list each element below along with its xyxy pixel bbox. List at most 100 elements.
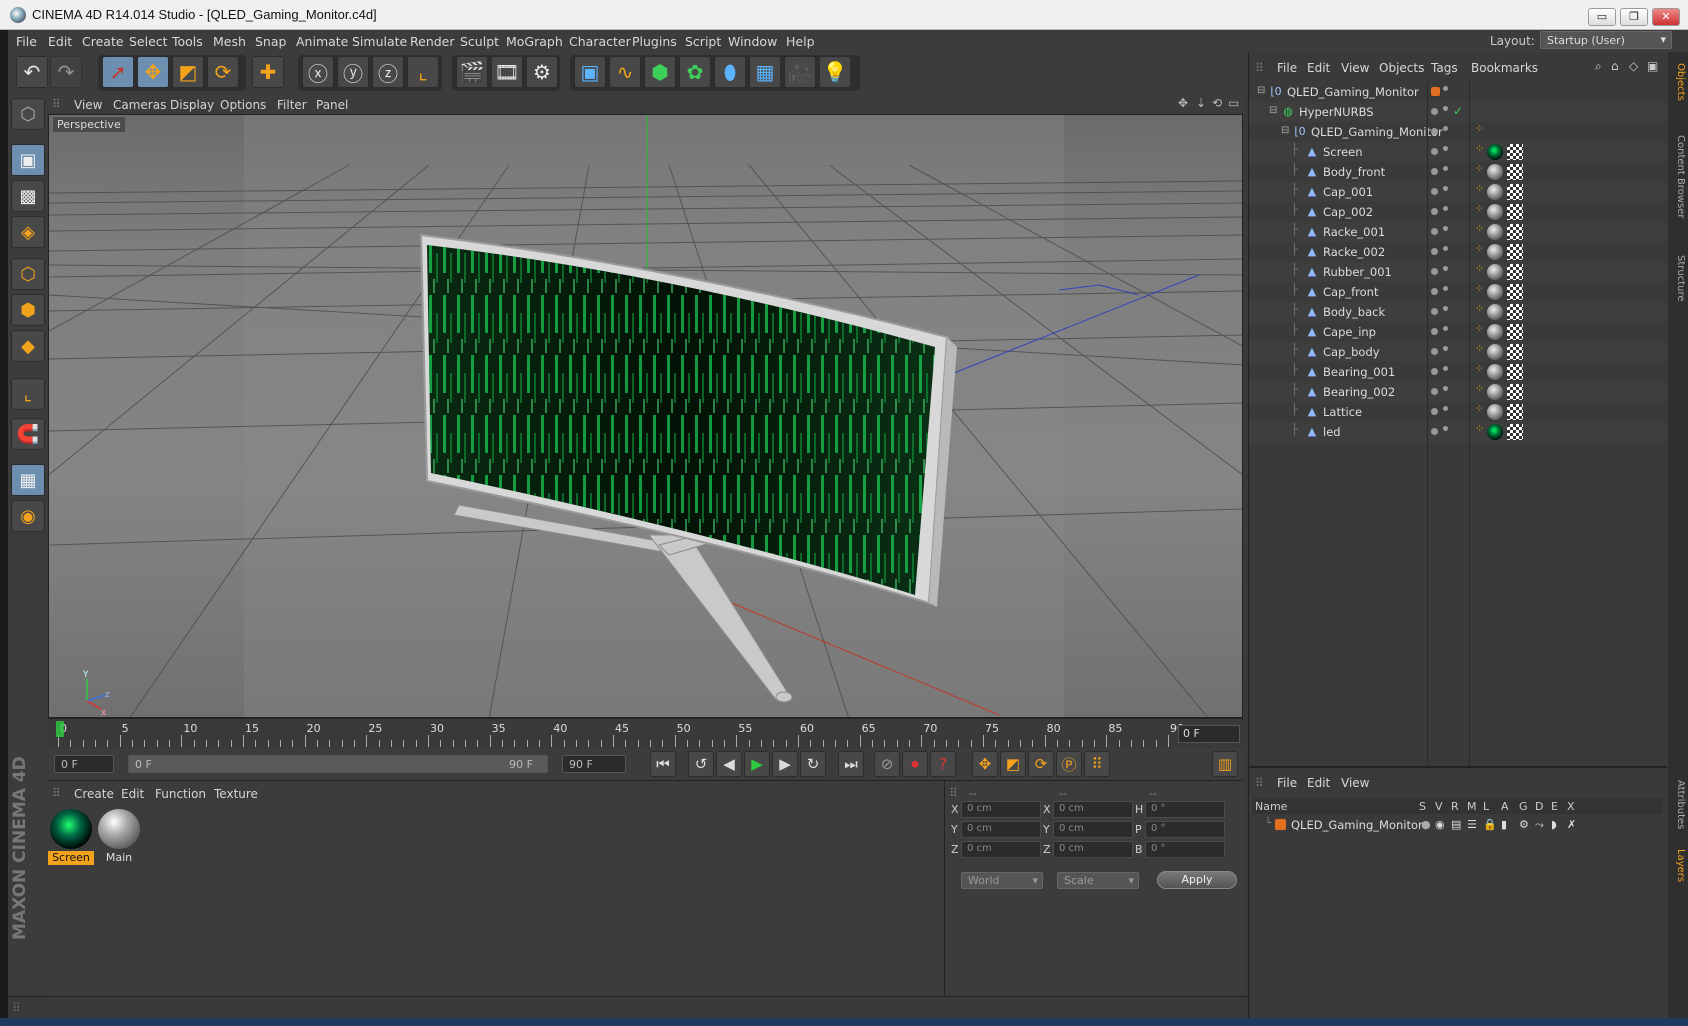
editor-visibility-dot[interactable]: [1431, 388, 1438, 395]
viewport-menu-view[interactable]: View: [74, 98, 102, 112]
y-axis-button[interactable]: ⓨ: [337, 56, 369, 88]
axis-mode-button[interactable]: ⌞: [11, 378, 45, 410]
timeline-window-button[interactable]: ▥: [1212, 751, 1238, 777]
lm-menu-view[interactable]: View: [1341, 776, 1369, 790]
add-spline-button[interactable]: ∿: [609, 56, 641, 88]
phong-tag-icon[interactable]: ⁘: [1475, 242, 1484, 255]
recent-tool-button[interactable]: ✚: [252, 56, 284, 88]
manager-icon[interactable]: ☰: [1467, 818, 1477, 831]
object-row[interactable]: ⊟ ⌊0 QLED_Gaming_Monitor: [1249, 82, 1667, 102]
uvw-tag-icon[interactable]: [1507, 344, 1523, 360]
material-tag-main-icon[interactable]: [1487, 404, 1503, 420]
render-visibility-dot[interactable]: [1443, 226, 1448, 231]
material-tag-main-icon[interactable]: [1487, 244, 1503, 260]
menu-mesh[interactable]: Mesh: [213, 34, 246, 49]
uvw-tag-icon[interactable]: [1507, 424, 1523, 440]
rot-b-field[interactable]: 0 °: [1145, 841, 1225, 858]
key-help-button[interactable]: ?: [930, 751, 956, 777]
menu-snap[interactable]: Snap: [255, 34, 286, 49]
model-mode-button[interactable]: ▣: [11, 144, 45, 176]
add-nurbs-button[interactable]: ⬢: [644, 56, 676, 88]
redo-button[interactable]: ↷: [50, 56, 82, 88]
tab-structure[interactable]: Structure: [1670, 248, 1686, 308]
rot-h-field[interactable]: 0 °: [1145, 801, 1225, 818]
editor-visibility-dot[interactable]: [1431, 148, 1438, 155]
object-row[interactable]: ⊟ ◍ HyperNURBS ✓: [1249, 102, 1667, 122]
add-deformer-button[interactable]: ⬮: [714, 56, 746, 88]
size-y-field[interactable]: 0 cm: [1053, 821, 1133, 838]
object-row[interactable]: ├ ▲ Cape_inp ⁘: [1249, 322, 1667, 342]
layout-select[interactable]: Startup (User) ▾: [1540, 31, 1672, 49]
editor-visibility-dot[interactable]: [1431, 368, 1438, 375]
editor-visibility-dot[interactable]: [1431, 308, 1438, 315]
editor-visibility-dot[interactable]: [1431, 428, 1438, 435]
material-tag-main-icon[interactable]: [1487, 304, 1503, 320]
make-editable-button[interactable]: ⬡: [11, 98, 45, 130]
om-menu-view[interactable]: View: [1341, 61, 1369, 75]
go-to-end-button[interactable]: ⏭: [838, 751, 864, 777]
render-picture-viewer-button[interactable]: 🎞: [491, 56, 523, 88]
object-row[interactable]: ├ ▲ Cap_001 ⁘: [1249, 182, 1667, 202]
object-row[interactable]: ├ ▲ led ⁘: [1249, 422, 1667, 442]
uvw-tag-icon[interactable]: [1507, 144, 1523, 160]
phong-tag-icon[interactable]: ⁘: [1475, 402, 1484, 415]
menu-window[interactable]: Window: [728, 34, 777, 49]
render-settings-button[interactable]: ⚙: [526, 56, 558, 88]
material-tag-main-icon[interactable]: [1487, 224, 1503, 240]
move-tool-button[interactable]: ✥: [137, 56, 169, 88]
add-cube-button[interactable]: ▣: [574, 56, 606, 88]
object-row[interactable]: ├ ▲ Racke_001 ⁘: [1249, 222, 1667, 242]
object-row[interactable]: ├ ▲ Lattice ⁘: [1249, 402, 1667, 422]
snap-magnet-button[interactable]: 🧲: [11, 418, 45, 450]
phong-tag-icon[interactable]: ⁘: [1475, 342, 1484, 355]
menu-script[interactable]: Script: [685, 34, 721, 49]
expressions-icon[interactable]: ◗: [1551, 818, 1557, 831]
material-tag-main-icon[interactable]: [1487, 324, 1503, 340]
uvw-tag-icon[interactable]: [1507, 164, 1523, 180]
x-axis-button[interactable]: ⓧ: [302, 56, 334, 88]
previous-key-button[interactable]: ↺: [688, 751, 714, 777]
points-mode-button[interactable]: ⬡: [11, 258, 45, 290]
object-row[interactable]: ⊟ ⌊0 QLED_Gaming_Monitor ⁘: [1249, 122, 1667, 142]
menu-select[interactable]: Select: [129, 34, 168, 49]
timeline-current-frame[interactable]: 0 F: [1178, 725, 1240, 743]
key-parameter-button[interactable]: Ⓟ: [1056, 751, 1082, 777]
key-scale-button[interactable]: ◩: [1000, 751, 1026, 777]
tab-content-browser[interactable]: Content Browser: [1670, 112, 1686, 242]
play-button[interactable]: ▶: [744, 751, 770, 777]
material-menu-texture[interactable]: Texture: [214, 787, 258, 801]
editor-visibility-dot[interactable]: [1431, 268, 1438, 275]
search-icon[interactable]: ⌕: [1595, 59, 1602, 74]
size-z-field[interactable]: 0 cm: [1053, 841, 1133, 858]
tab-objects[interactable]: Objects: [1670, 58, 1686, 106]
lm-menu-file[interactable]: File: [1277, 776, 1297, 790]
new-window-icon[interactable]: ▣: [1647, 59, 1658, 73]
render-visibility-dot[interactable]: [1443, 246, 1448, 251]
material-tag-main-icon[interactable]: [1487, 284, 1503, 300]
phong-tag-icon[interactable]: ⁘: [1475, 262, 1484, 275]
material-tag-main-icon[interactable]: [1487, 164, 1503, 180]
phong-tag-icon[interactable]: ⁘: [1475, 122, 1484, 135]
solo-icon[interactable]: ●: [1421, 818, 1431, 831]
phong-tag-icon[interactable]: ⁘: [1475, 182, 1484, 195]
home-icon[interactable]: ⌂: [1611, 59, 1619, 73]
material-tag-main-icon[interactable]: [1487, 264, 1503, 280]
editor-visibility-dot[interactable]: [1431, 328, 1438, 335]
end-frame-field[interactable]: 90 F: [562, 755, 626, 773]
editor-visibility-dot[interactable]: [1431, 248, 1438, 255]
polygons-mode-button[interactable]: ◆: [11, 330, 45, 362]
uvw-tag-icon[interactable]: [1507, 204, 1523, 220]
viewport-move-icon[interactable]: ✥: [1178, 96, 1188, 110]
phong-tag-icon[interactable]: ⁘: [1475, 362, 1484, 375]
render-visibility-dot[interactable]: [1443, 306, 1448, 311]
om-menu-tags[interactable]: Tags: [1431, 61, 1458, 75]
layer-row[interactable]: └ QLED_Gaming_Monitor ● ◉ ▤ ☰ 🔒 ▮ ⚙ ⤳ ◗ …: [1253, 816, 1663, 834]
render-visibility-dot[interactable]: [1443, 386, 1448, 391]
object-row[interactable]: ├ ▲ Cap_front ⁘: [1249, 282, 1667, 302]
rot-p-field[interactable]: 0 °: [1145, 821, 1225, 838]
previous-frame-button[interactable]: ◀: [716, 751, 742, 777]
lm-menu-edit[interactable]: Edit: [1307, 776, 1330, 790]
sculpt-button[interactable]: ◉: [11, 500, 45, 532]
render-visibility-dot[interactable]: [1443, 326, 1448, 331]
coordinate-system-button[interactable]: ⌞: [407, 56, 439, 88]
